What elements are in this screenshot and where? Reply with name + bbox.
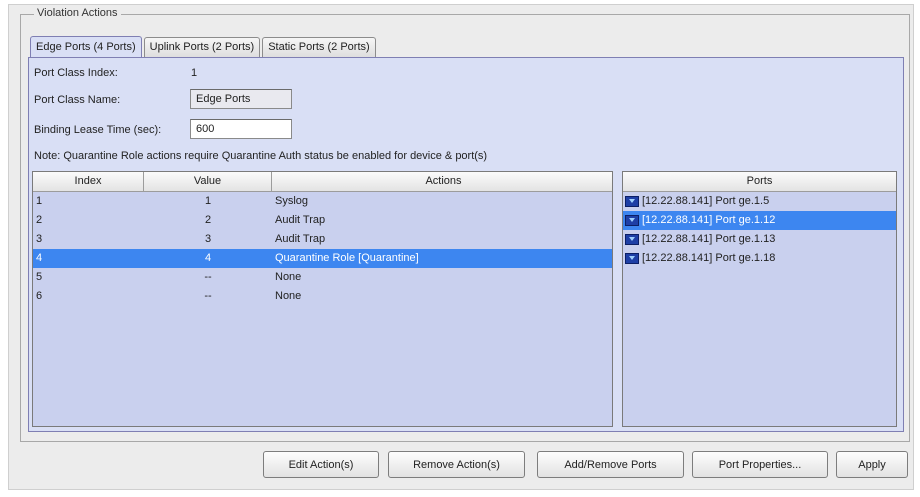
row-action: Syslog — [275, 195, 309, 207]
port-class-index-label: Port Class Index: — [34, 67, 118, 79]
column-header-actions[interactable]: Actions — [272, 172, 612, 191]
row-action: None — [275, 271, 302, 283]
port-label: [12.22.88.141] Port ge.1.12 — [642, 214, 776, 226]
remove-actions-button[interactable]: Remove Action(s) — [388, 451, 525, 478]
row-action: Quarantine Role [Quarantine] — [275, 252, 419, 264]
port-label: [12.22.88.141] Port ge.1.18 — [642, 252, 776, 264]
port-list-item[interactable]: [12.22.88.141] Port ge.1.5 — [623, 192, 896, 211]
row-value: -- — [204, 271, 212, 283]
port-list-item[interactable]: [12.22.88.141] Port ge.1.13 — [623, 230, 896, 249]
table-row-selected[interactable]: 4 4 Quarantine Role [Quarantine] — [33, 249, 612, 268]
row-index: 4 — [36, 252, 43, 264]
port-icon — [625, 234, 639, 245]
row-value: 1 — [204, 195, 212, 207]
table-row[interactable]: 2 2 Audit Trap — [33, 211, 612, 230]
port-class-index-value: 1 — [191, 67, 198, 79]
actions-table: Index Value Actions 1 1 Syslog 2 2 Audit… — [32, 171, 613, 427]
table-row[interactable]: 5 -- None — [33, 268, 612, 287]
row-index: 2 — [36, 214, 43, 226]
tab-uplink-ports[interactable]: Uplink Ports (2 Ports) — [143, 37, 261, 57]
ports-table-header: Ports — [623, 172, 896, 192]
port-icon — [625, 215, 639, 226]
row-index: 5 — [36, 271, 43, 283]
port-label: [12.22.88.141] Port ge.1.13 — [642, 233, 776, 245]
quarantine-note: Note: Quarantine Role actions require Qu… — [34, 150, 488, 162]
group-title: Violation Actions — [34, 7, 121, 19]
port-list-item-selected[interactable]: [12.22.88.141] Port ge.1.12 — [623, 211, 896, 230]
row-action: None — [275, 290, 302, 302]
port-class-tabs: Edge Ports (4 Ports) Uplink Ports (2 Por… — [30, 36, 378, 57]
row-index: 6 — [36, 290, 43, 302]
table-row[interactable]: 1 1 Syslog — [33, 192, 612, 211]
apply-button[interactable]: Apply — [836, 451, 908, 478]
port-class-name-field[interactable]: Edge Ports — [190, 89, 292, 109]
column-header-value[interactable]: Value — [144, 172, 272, 191]
row-index: 1 — [36, 195, 43, 207]
tab-edge-ports[interactable]: Edge Ports (4 Ports) — [30, 36, 142, 57]
port-label: [12.22.88.141] Port ge.1.5 — [642, 195, 770, 207]
table-row[interactable]: 6 -- None — [33, 287, 612, 306]
ports-table: Ports [12.22.88.141] Port ge.1.5 [12.22.… — [622, 171, 897, 427]
port-icon — [625, 196, 639, 207]
row-value: 4 — [204, 252, 212, 264]
table-row[interactable]: 3 3 Audit Trap — [33, 230, 612, 249]
tab-static-ports[interactable]: Static Ports (2 Ports) — [262, 37, 376, 57]
row-value: -- — [204, 290, 212, 302]
port-icon — [625, 253, 639, 264]
port-list-item[interactable]: [12.22.88.141] Port ge.1.18 — [623, 249, 896, 268]
port-class-name-label: Port Class Name: — [34, 94, 121, 106]
add-remove-ports-button[interactable]: Add/Remove Ports — [537, 451, 684, 478]
edit-actions-button[interactable]: Edit Action(s) — [263, 451, 379, 478]
column-header-ports[interactable]: Ports — [623, 172, 896, 191]
column-header-index[interactable]: Index — [33, 172, 144, 191]
row-value: 3 — [204, 233, 212, 245]
binding-lease-time-label: Binding Lease Time (sec): — [34, 124, 162, 136]
row-index: 3 — [36, 233, 43, 245]
port-properties-button[interactable]: Port Properties... — [692, 451, 828, 478]
actions-table-header: Index Value Actions — [33, 172, 612, 192]
row-action: Audit Trap — [275, 233, 326, 245]
row-action: Audit Trap — [275, 214, 326, 226]
binding-lease-time-field[interactable]: 600 — [190, 119, 292, 139]
row-value: 2 — [204, 214, 212, 226]
